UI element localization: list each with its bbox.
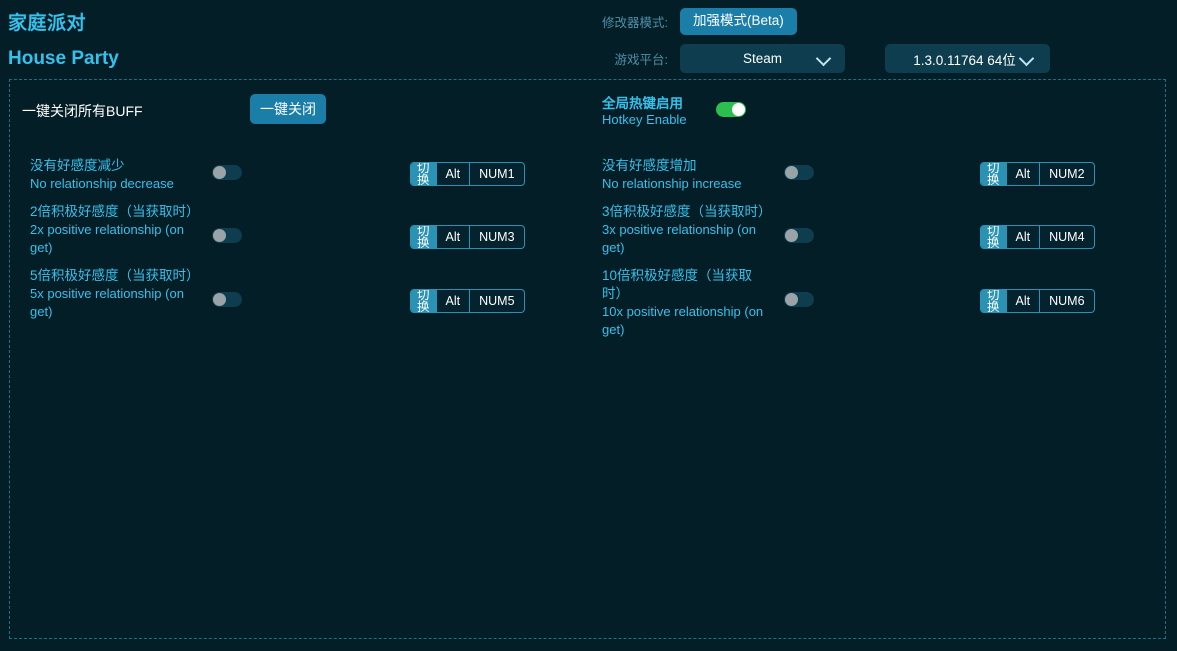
feature-label-cn: 没有好感度增加 xyxy=(602,157,770,175)
trainer-mode-label: 修改器模式: xyxy=(588,12,680,31)
hotkey-main-key: NUM3 xyxy=(469,226,523,248)
version-dropdown[interactable]: 1.3.0.11764 64位 xyxy=(885,44,1050,73)
toggle-knob xyxy=(213,166,226,179)
feature-label-en: No relationship increase xyxy=(602,175,770,193)
platform-dropdown[interactable]: Steam xyxy=(680,44,845,73)
hotkey-modifier-key: Alt xyxy=(436,163,470,185)
platform-row: 游戏平台: Steam 1.3.0.11764 64位 xyxy=(588,44,1050,73)
feature-label: 3倍积极好感度（当获取时）3x positive relationship (o… xyxy=(602,203,770,257)
all-buffs-off-button[interactable]: 一键关闭 xyxy=(250,94,326,124)
feature-label-en: 2x positive relationship (on get) xyxy=(30,221,198,257)
hotkey-enable-label-en: Hotkey Enable xyxy=(602,112,802,128)
hotkey-modifier-key: Alt xyxy=(436,290,470,312)
hotkey-action-label: 切换 xyxy=(981,226,1006,248)
feature-label: 2倍积极好感度（当获取时）2x positive relationship (o… xyxy=(30,203,198,257)
feature-toggle[interactable] xyxy=(784,165,814,180)
toggle-knob xyxy=(785,229,798,242)
feature-label: 没有好感度减少No relationship decrease xyxy=(30,157,198,193)
feature-label-en: 3x positive relationship (on get) xyxy=(602,221,770,257)
version-dropdown-value: 1.3.0.11764 64位 xyxy=(913,49,1016,69)
feature-label-cn: 5倍积极好感度（当获取时） xyxy=(30,267,198,285)
hotkey-chip[interactable]: 切换AltNUM2 xyxy=(980,162,1095,186)
feature-toggle[interactable] xyxy=(212,292,242,307)
all-buffs-off-label: 一键关闭所有BUFF xyxy=(22,101,143,121)
hotkey-action-label: 切换 xyxy=(411,290,436,312)
game-title-cn: 家庭派对 xyxy=(8,13,86,35)
feature-toggle[interactable] xyxy=(212,165,242,180)
feature-label-en: No relationship decrease xyxy=(30,175,198,193)
hotkey-chip[interactable]: 切换AltNUM6 xyxy=(980,289,1095,313)
toggle-knob xyxy=(732,103,745,116)
feature-label: 没有好感度增加No relationship increase xyxy=(602,157,770,193)
feature-label-cn: 10倍积极好感度（当获取时） xyxy=(602,267,770,303)
hotkey-main-key: NUM6 xyxy=(1039,290,1093,312)
feature-label-en: 10x positive relationship (on get) xyxy=(602,303,770,339)
feature-label: 5倍积极好感度（当获取时）5x positive relationship (o… xyxy=(30,267,198,321)
feature-toggle[interactable] xyxy=(784,228,814,243)
feature-label-en: 5x positive relationship (on get) xyxy=(30,285,198,321)
hotkey-enable-label-block: 全局热键启用 Hotkey Enable xyxy=(602,96,802,128)
hotkey-main-key: NUM2 xyxy=(1039,163,1093,185)
trainer-mode-button[interactable]: 加强模式(Beta) xyxy=(680,8,797,35)
hotkey-enable-toggle[interactable] xyxy=(716,102,746,117)
toggle-knob xyxy=(213,229,226,242)
hotkey-action-label: 切换 xyxy=(411,226,436,248)
hotkey-enable-label-cn: 全局热键启用 xyxy=(602,96,802,112)
hotkey-modifier-key: Alt xyxy=(436,226,470,248)
hotkey-chip[interactable]: 切换AltNUM1 xyxy=(410,162,525,186)
chevron-down-icon xyxy=(816,50,832,66)
hotkey-action-label: 切换 xyxy=(411,163,436,185)
header-bar: 家庭派对 House Party 修改器模式: 加强模式(Beta) 游戏平台:… xyxy=(0,0,1177,78)
hotkey-main-key: NUM1 xyxy=(469,163,523,185)
feature-toggle[interactable] xyxy=(212,228,242,243)
feature-label-cn: 没有好感度减少 xyxy=(30,157,198,175)
chevron-down-icon xyxy=(1019,50,1035,66)
toggle-knob xyxy=(785,293,798,306)
toggle-knob xyxy=(785,166,798,179)
hotkey-chip[interactable]: 切换AltNUM4 xyxy=(980,225,1095,249)
hotkey-action-label: 切换 xyxy=(981,290,1006,312)
trainer-mode-row: 修改器模式: 加强模式(Beta) xyxy=(588,8,797,35)
hotkey-modifier-key: Alt xyxy=(1006,163,1040,185)
game-title-en: House Party xyxy=(8,48,119,70)
platform-label: 游戏平台: xyxy=(588,49,680,68)
hotkey-action-label: 切换 xyxy=(981,163,1006,185)
hotkey-chip[interactable]: 切换AltNUM5 xyxy=(410,289,525,313)
toggle-knob xyxy=(213,293,226,306)
feature-label: 10倍积极好感度（当获取时）10x positive relationship … xyxy=(602,267,770,339)
feature-label-cn: 2倍积极好感度（当获取时） xyxy=(30,203,198,221)
hotkey-chip[interactable]: 切换AltNUM3 xyxy=(410,225,525,249)
hotkey-modifier-key: Alt xyxy=(1006,290,1040,312)
hotkey-main-key: NUM5 xyxy=(469,290,523,312)
platform-dropdown-value: Steam xyxy=(743,51,782,66)
hotkey-main-key: NUM4 xyxy=(1039,226,1093,248)
feature-toggle[interactable] xyxy=(784,292,814,307)
hotkey-modifier-key: Alt xyxy=(1006,226,1040,248)
feature-label-cn: 3倍积极好感度（当获取时） xyxy=(602,203,770,221)
